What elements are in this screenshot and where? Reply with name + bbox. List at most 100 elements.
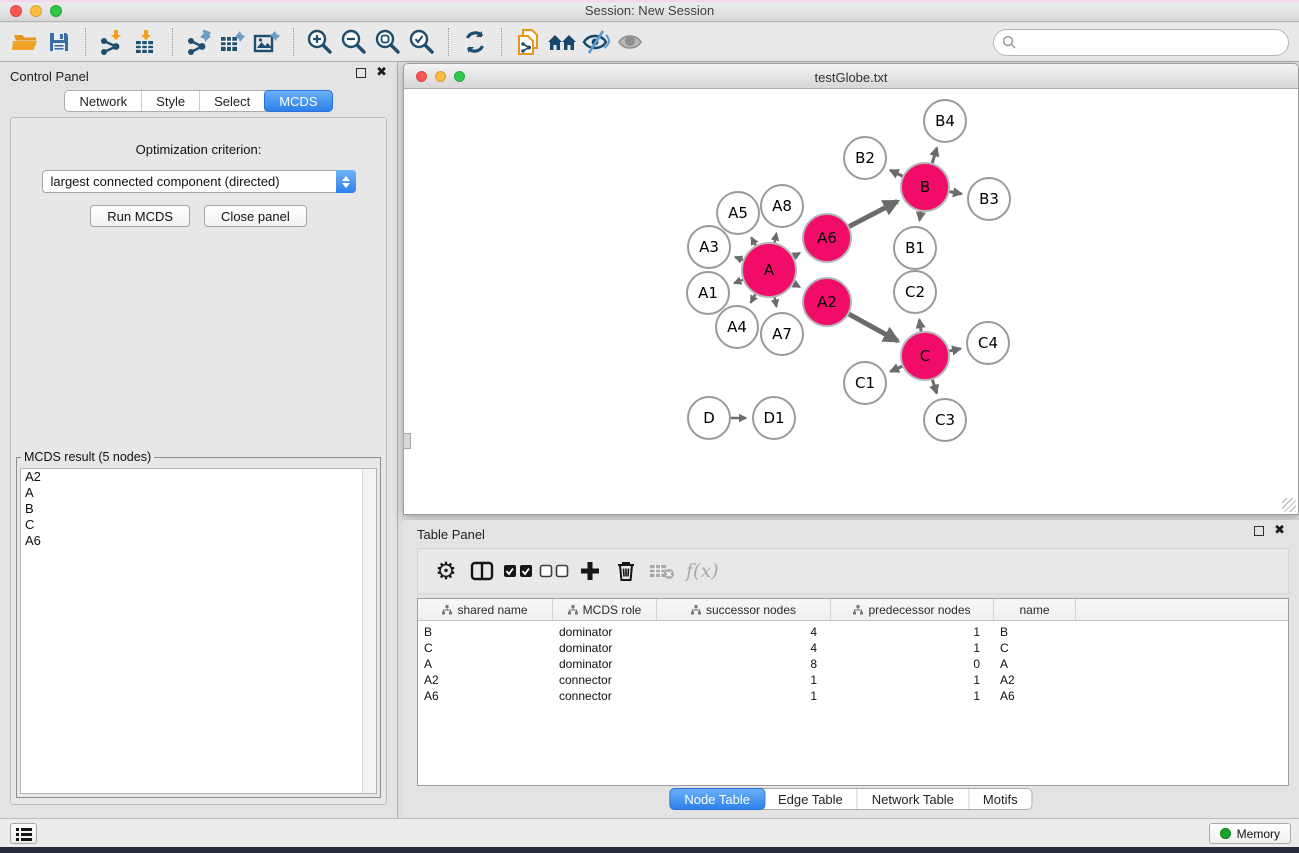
table-cell[interactable]: 0	[831, 657, 994, 671]
table-cell[interactable]: B	[994, 625, 1076, 639]
edge-A-A3[interactable]	[735, 257, 743, 260]
apply-layout-icon[interactable]	[458, 26, 492, 58]
edge-C-C4[interactable]	[949, 349, 960, 351]
float-table-panel-icon[interactable]	[1254, 526, 1264, 536]
table-tab-network-table[interactable]: Network Table	[858, 789, 969, 809]
table-cell[interactable]: A2	[418, 673, 553, 687]
table-cell[interactable]: 8	[657, 657, 831, 671]
table-cell[interactable]: 4	[657, 625, 831, 639]
node-table[interactable]: shared nameMCDS rolesuccessor nodesprede…	[417, 598, 1289, 786]
table-cell[interactable]: dominator	[553, 657, 657, 671]
column-header-shared-name[interactable]: shared name	[418, 599, 553, 620]
table-cell[interactable]: 1	[831, 641, 994, 655]
delete-table-icon[interactable]	[644, 553, 680, 589]
open-session-icon[interactable]	[8, 26, 42, 58]
export-table-icon[interactable]	[216, 26, 250, 58]
zoom-out-icon[interactable]	[337, 26, 371, 58]
result-scrollbar[interactable]	[362, 469, 376, 793]
edge-A6-B[interactable]	[849, 201, 897, 226]
edge-A-A1[interactable]	[734, 280, 743, 283]
zoom-in-icon[interactable]	[303, 26, 337, 58]
column-header-successor-nodes[interactable]: successor nodes	[657, 599, 831, 620]
close-panel-button[interactable]: Close panel	[204, 205, 307, 227]
table-settings-gear-icon[interactable]: ⚙	[428, 553, 464, 589]
run-mcds-button[interactable]: Run MCDS	[90, 205, 190, 227]
export-image-icon[interactable]	[250, 26, 284, 58]
table-cell[interactable]: C	[994, 641, 1076, 655]
edge-B-B4[interactable]	[932, 148, 937, 163]
criterion-select[interactable]: largest connected component (directed)	[42, 170, 356, 193]
table-header-row[interactable]: shared nameMCDS rolesuccessor nodesprede…	[418, 599, 1288, 621]
edge-B-B1[interactable]	[920, 212, 921, 221]
close-panel-icon[interactable]: ✖	[376, 68, 387, 78]
tab-style[interactable]: Style	[142, 91, 200, 111]
mcds-result-item[interactable]: B	[21, 501, 376, 517]
task-history-button[interactable]	[10, 823, 37, 844]
open-network-file-icon[interactable]	[511, 26, 545, 58]
edge-B-B2[interactable]	[890, 170, 902, 176]
table-cell[interactable]: dominator	[553, 625, 657, 639]
export-network-icon[interactable]	[182, 26, 216, 58]
mcds-result-item[interactable]: A	[21, 485, 376, 501]
table-cell[interactable]: C	[418, 641, 553, 655]
search-input[interactable]	[1021, 35, 1280, 50]
import-network-icon[interactable]	[95, 26, 129, 58]
table-row[interactable]: Bdominator41B	[418, 624, 1288, 640]
table-tab-node-table[interactable]: Node Table	[669, 788, 765, 810]
edge-A-A5[interactable]	[751, 238, 755, 246]
edge-A-A2[interactable]	[794, 284, 800, 287]
table-cell[interactable]: A2	[994, 673, 1076, 687]
column-header-MCDS-role[interactable]: MCDS role	[553, 599, 657, 620]
close-table-panel-icon[interactable]: ✖	[1274, 526, 1285, 536]
tab-select[interactable]: Select	[200, 91, 265, 111]
tab-mcds[interactable]: MCDS	[264, 90, 332, 112]
add-column-icon[interactable]	[572, 553, 608, 589]
hide-graphics-details-icon[interactable]	[579, 26, 613, 58]
edge-A-A7[interactable]	[775, 297, 777, 306]
table-cell[interactable]: A6	[418, 689, 553, 703]
table-tab-motifs[interactable]: Motifs	[969, 789, 1032, 809]
import-table-icon[interactable]	[129, 26, 163, 58]
network-canvas[interactable]: AA1A2A3A4A5A6A7A8BB1B2B3B4CC1C2C3C4DD1	[403, 89, 1299, 515]
table-cell[interactable]: A	[418, 657, 553, 671]
memory-button[interactable]: Memory	[1209, 823, 1291, 844]
show-column-icon[interactable]	[464, 553, 500, 589]
mcds-result-item[interactable]: A6	[21, 533, 376, 549]
float-panel-icon[interactable]	[356, 68, 366, 78]
zoom-fit-icon[interactable]	[371, 26, 405, 58]
home-icon[interactable]	[545, 26, 579, 58]
table-cell[interactable]: dominator	[553, 641, 657, 655]
network-window-titlebar[interactable]: testGlobe.txt	[403, 63, 1299, 89]
table-row[interactable]: Cdominator41C	[418, 640, 1288, 656]
mcds-result-list[interactable]: A2ABCA6	[20, 468, 377, 794]
column-header-predecessor-nodes[interactable]: predecessor nodes	[831, 599, 994, 620]
table-cell[interactable]: A6	[994, 689, 1076, 703]
panel-splitter-handle[interactable]	[403, 433, 411, 449]
table-cell[interactable]: 1	[657, 689, 831, 703]
table-row[interactable]: Adominator80A	[418, 656, 1288, 672]
table-cell[interactable]: connector	[553, 689, 657, 703]
function-builder-icon[interactable]: f(x)	[680, 560, 719, 582]
search-field[interactable]	[993, 29, 1289, 56]
edge-A2-C[interactable]	[849, 314, 898, 341]
table-cell[interactable]: 1	[831, 673, 994, 687]
show-birds-eye-icon[interactable]	[613, 26, 647, 58]
edge-C-C3[interactable]	[932, 380, 936, 393]
column-header-name[interactable]: name	[994, 599, 1076, 620]
mcds-result-item[interactable]: C	[21, 517, 376, 533]
edge-A-A4[interactable]	[751, 294, 756, 302]
edge-B-B3[interactable]	[950, 192, 962, 194]
table-row[interactable]: A6connector11A6	[418, 688, 1288, 704]
edge-A-A8[interactable]	[775, 233, 777, 242]
mcds-result-item[interactable]: A2	[21, 469, 376, 485]
edge-A-A6[interactable]	[794, 253, 800, 256]
table-row[interactable]: A2connector11A2	[418, 672, 1288, 688]
edge-C-C1[interactable]	[891, 366, 903, 371]
table-cell[interactable]: 4	[657, 641, 831, 655]
table-body[interactable]: Bdominator41BCdominator41CAdominator80AA…	[418, 621, 1288, 704]
delete-column-icon[interactable]	[608, 553, 644, 589]
table-cell[interactable]: 1	[657, 673, 831, 687]
save-session-icon[interactable]	[42, 26, 76, 58]
table-cell[interactable]: B	[418, 625, 553, 639]
table-tab-edge-table[interactable]: Edge Table	[764, 789, 858, 809]
